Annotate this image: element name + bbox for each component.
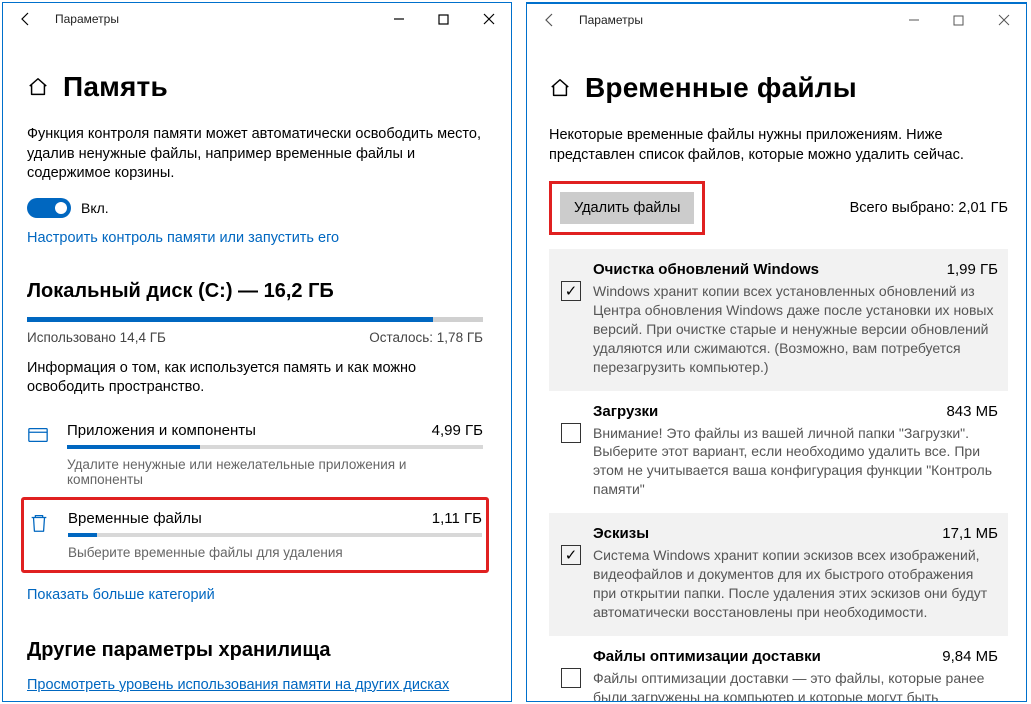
storage-sense-toggle[interactable] — [27, 198, 71, 218]
item-title: Загрузки — [593, 403, 658, 420]
delete-row: Удалить файлы Всего выбрано: 2,01 ГБ — [549, 181, 1008, 235]
other-storage-heading: Другие параметры хранилища — [27, 639, 483, 662]
minimize-button[interactable] — [891, 4, 936, 36]
item-title: Эскизы — [593, 525, 649, 542]
page-header: Память — [27, 71, 483, 103]
tempfiles-list: Очистка обновлений Windows 1,99 ГБ Windows… — [549, 249, 1008, 701]
item-size: 17,1 МБ — [942, 525, 998, 542]
item-description: Система Windows хранит копии эскизов все… — [593, 546, 998, 622]
disk-used-label: Использовано 14,4 ГБ — [27, 330, 166, 345]
settings-storage-window: Параметры Память Функция контроля памяти… — [2, 2, 512, 702]
category-apps-title: Приложения и компоненты — [67, 422, 256, 439]
disk-info-text: Информация о том, как используется памят… — [27, 359, 483, 398]
show-more-categories-link[interactable]: Показать больше категорий — [27, 587, 483, 603]
view-other-disks-link[interactable]: Просмотреть уровень использования памяти… — [27, 677, 449, 693]
minimize-button[interactable] — [376, 3, 421, 35]
category-apps-hint: Удалите ненужные или нежелательные прило… — [67, 457, 483, 487]
category-temp[interactable]: Временные файлы 1,11 ГБ Выберите временн… — [28, 504, 482, 564]
category-apps[interactable]: Приложения и компоненты 4,99 ГБ Удалите … — [27, 416, 483, 497]
close-button[interactable] — [466, 3, 511, 35]
item-size: 1,99 ГБ — [947, 261, 998, 278]
back-button[interactable] — [527, 4, 573, 36]
delete-button-highlight: Удалить файлы — [549, 181, 705, 235]
titlebar: Параметры — [3, 3, 511, 35]
configure-storage-sense-link[interactable]: Настроить контроль памяти или запустить … — [27, 230, 483, 246]
maximize-button[interactable] — [936, 4, 981, 36]
storage-sense-description: Функция контроля памяти может автоматиче… — [27, 125, 483, 184]
item-checkbox[interactable] — [561, 545, 581, 565]
apps-icon — [27, 422, 51, 449]
category-temp-highlight: Временные файлы 1,11 ГБ Выберите временн… — [21, 497, 489, 573]
tempfiles-item[interactable]: Очистка обновлений Windows 1,99 ГБ Windows… — [549, 249, 1008, 390]
titlebar: Параметры — [527, 4, 1026, 36]
disk-usage-meta: Использовано 14,4 ГБ Осталось: 1,78 ГБ — [27, 330, 483, 345]
page-header: Временные файлы — [549, 72, 1008, 104]
disk-usage-bar — [27, 317, 483, 322]
tempfiles-item[interactable]: Загрузки 843 МБ Внимание! Это файлы из ваш… — [549, 391, 1008, 514]
item-checkbox[interactable] — [561, 281, 581, 301]
maximize-button[interactable] — [421, 3, 466, 35]
trash-icon — [28, 510, 52, 537]
category-temp-title: Временные файлы — [68, 510, 202, 527]
item-description: Windows хранит копии всех установленных … — [593, 282, 998, 376]
item-description: Файлы оптимизации доставки — это файлы, … — [593, 669, 998, 701]
category-temp-hint: Выберите временные файлы для удаления — [68, 545, 482, 560]
item-title: Файлы оптимизации доставки — [593, 648, 821, 665]
item-size: 843 МБ — [946, 403, 998, 420]
tempfiles-item[interactable]: Эскизы 17,1 МБ Система Windows хранит копи… — [549, 513, 1008, 636]
item-description: Внимание! Это файлы из вашей личной папк… — [593, 424, 998, 500]
settings-tempfiles-window: Параметры Временные файлы Некоторые врем… — [526, 2, 1027, 702]
category-apps-size: 4,99 ГБ — [432, 422, 483, 439]
local-disk-heading: Локальный диск (C:) — 16,2 ГБ — [27, 280, 483, 303]
disk-remaining-label: Осталось: 1,78 ГБ — [369, 330, 483, 345]
content-area: Временные файлы Некоторые временные файл… — [527, 36, 1026, 701]
toggle-label: Вкл. — [81, 200, 109, 216]
total-selected-label: Всего выбрано: 2,01 ГБ — [850, 200, 1008, 216]
storage-sense-toggle-row: Вкл. — [27, 198, 483, 218]
page-title: Временные файлы — [585, 72, 857, 104]
home-icon[interactable] — [549, 77, 571, 99]
back-button[interactable] — [3, 3, 49, 35]
item-title: Очистка обновлений Windows — [593, 261, 819, 278]
category-temp-size: 1,11 ГБ — [432, 510, 482, 527]
delete-files-button[interactable]: Удалить файлы — [560, 192, 694, 224]
item-checkbox[interactable] — [561, 423, 581, 443]
window-title: Параметры — [573, 13, 891, 27]
content-area: Память Функция контроля памяти может авт… — [3, 35, 511, 701]
window-controls — [891, 4, 1026, 36]
window-title: Параметры — [49, 12, 376, 26]
tempfiles-description: Некоторые временные файлы нужны приложен… — [549, 126, 1008, 165]
close-button[interactable] — [981, 4, 1026, 36]
item-size: 9,84 МБ — [942, 648, 998, 665]
home-icon[interactable] — [27, 76, 49, 98]
page-title: Память — [63, 71, 168, 103]
tempfiles-item[interactable]: Файлы оптимизации доставки 9,84 МБ Файлы о… — [549, 636, 1008, 701]
window-controls — [376, 3, 511, 35]
item-checkbox[interactable] — [561, 668, 581, 688]
